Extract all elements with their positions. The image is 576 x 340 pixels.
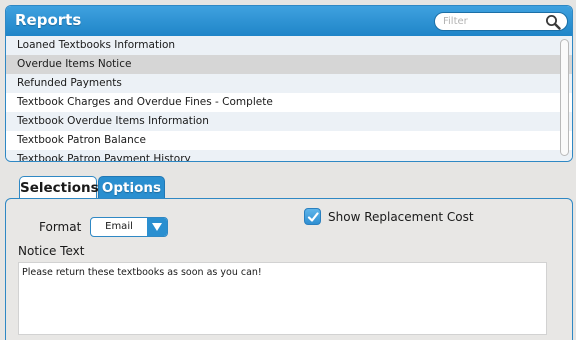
report-list-item[interactable]: Refunded Payments (6, 74, 572, 93)
format-dropdown-button[interactable] (147, 218, 167, 236)
reports-panel: Reports Loaned Textbooks InformationOver… (5, 5, 573, 162)
report-list-item[interactable]: Textbook Overdue Items Information (6, 112, 572, 131)
report-list-item[interactable]: Loaned Textbooks Information (6, 36, 572, 55)
report-list-item[interactable]: Textbook Charges and Overdue Fines - Com… (6, 93, 572, 112)
tab-selections[interactable]: Selections (19, 176, 99, 199)
format-select[interactable]: Email (90, 217, 168, 237)
filter-input[interactable] (443, 14, 543, 29)
chevron-down-icon (152, 223, 162, 231)
reports-title: Reports (15, 11, 82, 29)
notice-text-label: Notice Text (18, 244, 85, 258)
show-replacement-cost-label: Show Replacement Cost (328, 210, 474, 224)
reports-header: Reports (6, 6, 572, 36)
report-list: Loaned Textbooks Information Overdue Item… (6, 36, 572, 161)
search-icon[interactable] (545, 14, 562, 30)
options-panel: Format Email Show Replacement Cost Notic… (5, 198, 573, 340)
report-list-item[interactable]: Textbook Patron Balance (6, 131, 572, 150)
checkmark-icon (307, 212, 319, 222)
format-select-value: Email (105, 221, 133, 232)
report-list-scrollbar[interactable] (560, 39, 569, 156)
filter-field[interactable] (434, 12, 568, 31)
notice-text-area[interactable]: Please return these textbooks as soon as… (18, 262, 547, 335)
tab-options[interactable]: Options (98, 176, 165, 199)
format-label: Format (39, 220, 82, 234)
report-list-item[interactable]: Overdue Items Notice (6, 55, 572, 74)
report-list-item[interactable]: Textbook Patron Payment History (6, 150, 572, 161)
show-replacement-cost-checkbox[interactable] (304, 208, 321, 225)
